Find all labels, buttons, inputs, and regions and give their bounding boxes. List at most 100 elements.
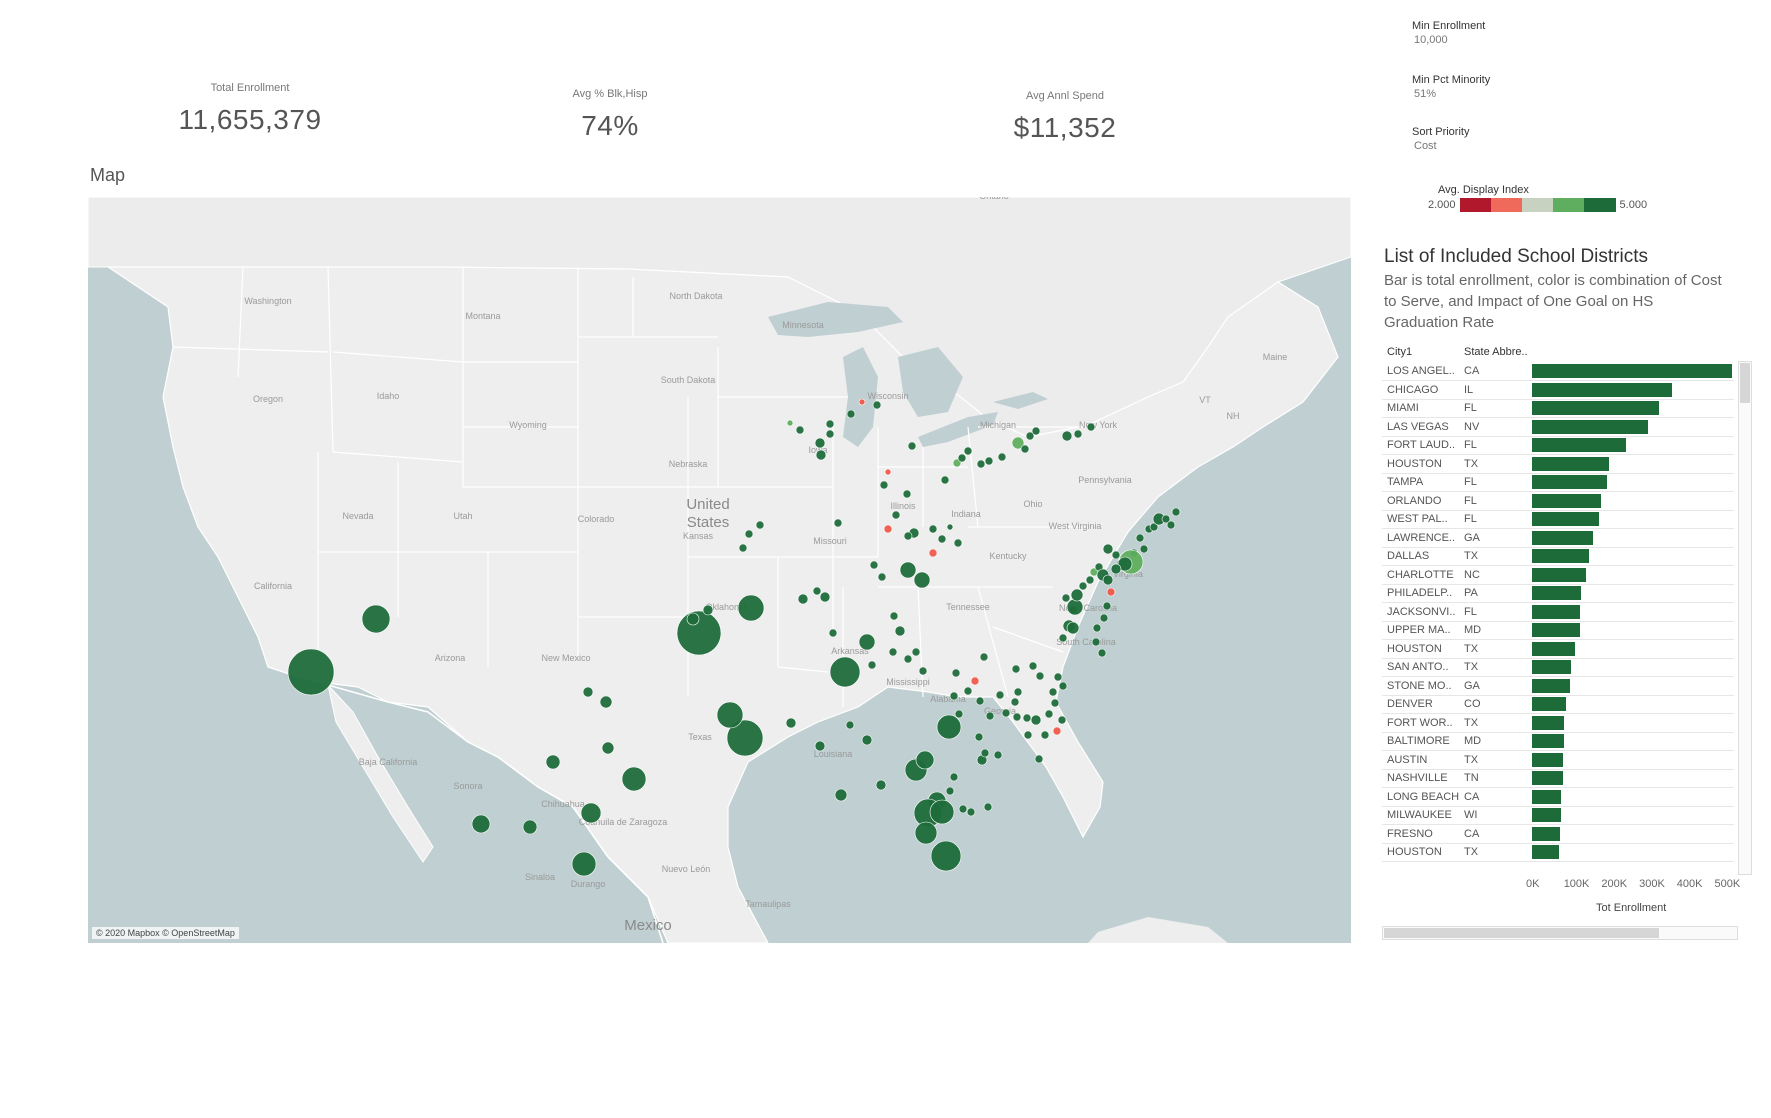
district-dot[interactable]: [974, 732, 984, 742]
enrollment-bar[interactable]: [1532, 660, 1572, 674]
district-dot[interactable]: [1110, 563, 1122, 575]
list-item[interactable]: HOUSTON TX: [1382, 843, 1734, 862]
list-item[interactable]: FORT LAUD.. FL: [1382, 436, 1734, 455]
district-dot[interactable]: [1058, 681, 1068, 691]
enrollment-bar[interactable]: [1532, 530, 1594, 545]
list-item[interactable]: LAWRENCE.. GA: [1382, 529, 1734, 548]
district-dot[interactable]: [945, 786, 955, 796]
district-dot[interactable]: [903, 654, 913, 664]
district-dot[interactable]: [861, 734, 873, 746]
list-item[interactable]: DALLAS TX: [1382, 547, 1734, 566]
list-item[interactable]: UPPER MA.. MD: [1382, 621, 1734, 640]
district-dot[interactable]: [621, 766, 647, 792]
district-dot[interactable]: [1070, 588, 1084, 602]
district-dot[interactable]: [1099, 613, 1109, 623]
district-dot[interactable]: [1166, 520, 1176, 530]
district-dot[interactable]: [755, 520, 765, 530]
district-dot[interactable]: [814, 740, 826, 752]
district-dot[interactable]: [815, 449, 827, 461]
enrollment-bar[interactable]: [1532, 734, 1564, 748]
list-item[interactable]: AUSTIN TX: [1382, 751, 1734, 770]
district-dot[interactable]: [737, 594, 765, 622]
list-item[interactable]: LONG BEACH CA: [1382, 788, 1734, 807]
scroll-thumb[interactable]: [1384, 928, 1659, 938]
filter-min-enrollment[interactable]: Min Enrollment 10,000: [1412, 20, 1485, 46]
district-dot[interactable]: [819, 591, 831, 603]
district-dot[interactable]: [1058, 633, 1068, 643]
district-dot[interactable]: [845, 720, 855, 730]
district-dot[interactable]: [812, 586, 822, 596]
enrollment-bar[interactable]: [1532, 808, 1561, 822]
district-dot[interactable]: [522, 819, 538, 835]
district-dot[interactable]: [875, 779, 887, 791]
district-dot[interactable]: [1135, 533, 1145, 543]
list-item[interactable]: LAS VEGAS NV: [1382, 418, 1734, 437]
district-dot[interactable]: [914, 821, 938, 845]
district-dot[interactable]: [702, 604, 714, 616]
enrollment-bar[interactable]: [1532, 715, 1565, 730]
district-dot[interactable]: [1139, 544, 1149, 554]
district-dot[interactable]: [825, 419, 835, 429]
district-dot[interactable]: [903, 531, 913, 541]
district-dot[interactable]: [995, 690, 1005, 700]
district-dot[interactable]: [1102, 601, 1112, 611]
enrollment-bar[interactable]: [1532, 567, 1586, 582]
district-dot[interactable]: [1091, 637, 1101, 647]
district-dot[interactable]: [738, 543, 748, 553]
district-dot[interactable]: [949, 691, 959, 701]
district-dot[interactable]: [940, 475, 950, 485]
district-dot[interactable]: [877, 572, 887, 582]
enrollment-bar[interactable]: [1532, 697, 1566, 711]
list-item[interactable]: CHICAGO IL: [1382, 381, 1734, 400]
district-dot[interactable]: [954, 709, 964, 719]
filter-sort-priority[interactable]: Sort Priority Cost: [1412, 126, 1469, 152]
district-dot[interactable]: [1086, 422, 1096, 432]
list-item[interactable]: NASHVILLE TN: [1382, 769, 1734, 788]
district-dot[interactable]: [970, 676, 980, 686]
enrollment-bar[interactable]: [1532, 382, 1672, 397]
district-dot[interactable]: [287, 648, 335, 696]
district-dot[interactable]: [1020, 444, 1030, 454]
district-dot[interactable]: [814, 437, 826, 449]
district-dot[interactable]: [983, 802, 993, 812]
district-dot[interactable]: [858, 398, 866, 406]
enrollment-bar[interactable]: [1532, 845, 1560, 859]
map-canvas[interactable]: Washington Montana North Dakota Minnesota Or…: [88, 197, 1351, 943]
list-item[interactable]: JACKSONVI.. FL: [1382, 603, 1734, 622]
district-dot[interactable]: [1078, 581, 1088, 591]
district-dot[interactable]: [1028, 661, 1038, 671]
district-dot[interactable]: [966, 807, 976, 817]
district-dot[interactable]: [361, 604, 391, 634]
district-dot[interactable]: [957, 453, 967, 463]
enrollment-bar[interactable]: [1532, 678, 1570, 693]
district-dot[interactable]: [1052, 726, 1062, 736]
enrollment-bar[interactable]: [1532, 826, 1560, 841]
district-dot[interactable]: [786, 419, 794, 427]
district-dot[interactable]: [1053, 672, 1063, 682]
district-dot[interactable]: [785, 717, 797, 729]
column-header-city[interactable]: City1: [1387, 346, 1412, 358]
district-dot[interactable]: [825, 429, 835, 439]
list-item[interactable]: LOS ANGEL.. CA: [1382, 362, 1734, 381]
district-dot[interactable]: [1066, 598, 1084, 616]
list-item[interactable]: CHARLOTTE NC: [1382, 566, 1734, 585]
district-dot[interactable]: [975, 696, 985, 706]
list-item[interactable]: FORT WOR.. TX: [1382, 714, 1734, 733]
district-dot[interactable]: [928, 548, 938, 558]
list-item[interactable]: TAMPA FL: [1382, 473, 1734, 492]
district-dot[interactable]: [979, 652, 989, 662]
district-dot[interactable]: [1031, 426, 1041, 436]
enrollment-bar[interactable]: [1532, 438, 1627, 452]
district-dot[interactable]: [879, 480, 889, 490]
district-dot[interactable]: [946, 523, 954, 531]
district-dot[interactable]: [907, 441, 917, 451]
district-dot[interactable]: [471, 814, 491, 834]
district-dot[interactable]: [951, 668, 961, 678]
district-dot[interactable]: [1085, 575, 1095, 585]
list-item[interactable]: SAN ANTO.. TX: [1382, 658, 1734, 677]
district-dot[interactable]: [1073, 429, 1083, 439]
district-dot[interactable]: [993, 750, 1003, 760]
district-dot[interactable]: [883, 524, 893, 534]
vertical-scrollbar[interactable]: [1738, 361, 1752, 875]
district-dot[interactable]: [1030, 714, 1042, 726]
